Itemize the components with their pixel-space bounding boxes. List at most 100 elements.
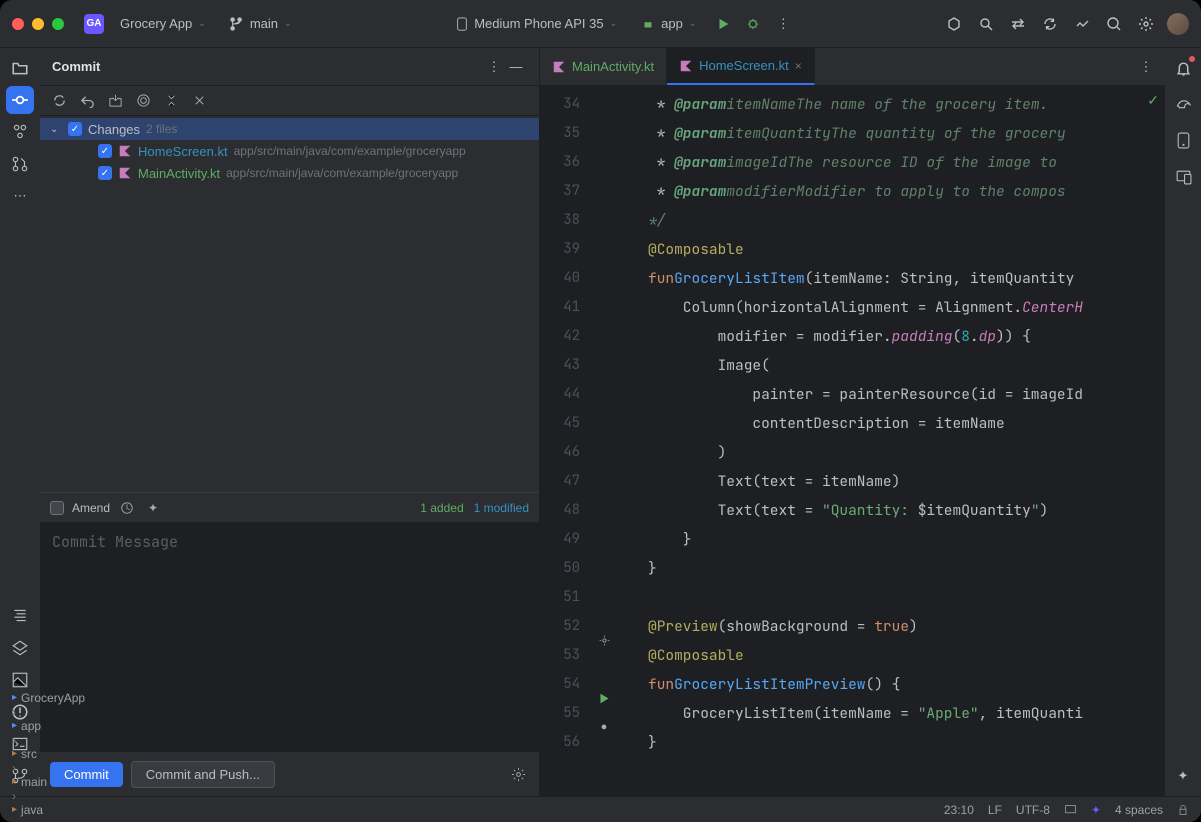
commit-panel-title: Commit (52, 59, 483, 74)
commit-message-input[interactable] (40, 522, 539, 752)
more-tools[interactable]: ⋯ (6, 182, 34, 210)
tab-options[interactable]: ⋮ (1135, 56, 1157, 78)
device-manager-tool[interactable] (1169, 126, 1197, 154)
amend-checkbox[interactable] (50, 501, 64, 515)
branch-name: main (250, 16, 278, 31)
minimize-window[interactable] (32, 18, 44, 30)
statusbar: ▸GroceryApp › ▸app › ▸src › ▸main › ▸jav… (0, 796, 1201, 822)
ai-status-icon[interactable]: ✦ (1091, 803, 1101, 817)
file-checkbox[interactable] (98, 166, 112, 180)
build-variants-tool[interactable] (6, 634, 34, 662)
ai-assistant-tool[interactable]: ✦ (1169, 762, 1197, 790)
changes-root[interactable]: ⌄ Changes 2 files (40, 118, 539, 140)
search-icon[interactable] (975, 13, 997, 35)
chevron-down-icon: ⌄ (610, 18, 618, 29)
user-avatar[interactable] (1167, 13, 1189, 35)
debug-button[interactable] (742, 13, 764, 35)
chevron-down-icon: ⌄ (284, 18, 292, 29)
file-path: app/src/main/java/com/example/groceryapp (234, 144, 466, 158)
close-icon[interactable]: × (795, 59, 802, 73)
code-with-me-icon[interactable] (943, 13, 965, 35)
changelist-icon[interactable] (162, 92, 180, 110)
sync-gradle-icon[interactable] (1039, 13, 1061, 35)
run-config-selector[interactable]: app ⌄ (633, 12, 704, 35)
close-window[interactable] (12, 18, 24, 30)
editor-area: MainActivity.kt HomeScreen.kt × ⋮ ✓ 3435… (540, 48, 1165, 796)
chevron-down-icon: ⌄ (689, 18, 697, 29)
gutter-hint-icon[interactable]: ● (596, 719, 612, 735)
lock-icon[interactable] (1177, 804, 1189, 816)
changes-checkbox[interactable] (68, 122, 82, 136)
diff-icon[interactable] (134, 92, 152, 110)
changes-count: 2 files (146, 122, 177, 136)
commit-push-button[interactable]: Commit and Push... (131, 761, 275, 788)
phone-icon (456, 17, 468, 31)
bookmarks-tool[interactable] (6, 602, 34, 630)
stat-modified: 1 modified (474, 501, 529, 515)
editor-body: ✓ 34353637383940414243444546474849505152… (540, 86, 1165, 796)
chevron-down-icon: ⌄ (50, 124, 62, 135)
branch-dropdown[interactable]: main ⌄ (222, 12, 300, 35)
changed-file[interactable]: MainActivity.kt app/src/main/java/com/ex… (40, 162, 539, 184)
kotlin-file-icon (118, 144, 132, 158)
chevron-down-icon: ⌄ (198, 18, 206, 29)
rollback-icon[interactable] (78, 92, 96, 110)
changed-file[interactable]: HomeScreen.kt app/src/main/java/com/exam… (40, 140, 539, 162)
gutter-run-icon[interactable] (596, 690, 612, 706)
updates-icon[interactable] (1071, 13, 1093, 35)
android-icon (641, 17, 655, 31)
line-gutter: 3435363738394041424344454647484950515253… (540, 86, 590, 796)
line-separator[interactable]: LF (988, 803, 1002, 817)
project-tool[interactable] (6, 54, 34, 82)
sync-icon[interactable] (1007, 13, 1029, 35)
breadcrumbs[interactable]: ▸GroceryApp › ▸app › ▸src › ▸main › ▸jav… (12, 691, 111, 822)
code-viewport[interactable]: * @param itemName The name of the grocer… (640, 86, 1165, 796)
history-icon[interactable] (118, 499, 136, 517)
notifications-tool[interactable] (1169, 54, 1197, 82)
branch-icon (230, 17, 244, 31)
pull-requests-tool[interactable] (6, 150, 34, 178)
project-dropdown[interactable]: Grocery App ⌄ (112, 12, 214, 35)
cursor-position[interactable]: 23:10 (944, 803, 974, 817)
file-checkbox[interactable] (98, 144, 112, 158)
ai-icon[interactable]: ✦ (144, 499, 162, 517)
gutter-gear-icon[interactable] (596, 632, 612, 648)
right-toolbar: ✦ (1165, 48, 1201, 796)
amend-label: Amend (72, 501, 110, 515)
project-icon: GA (84, 14, 104, 34)
running-devices-tool[interactable] (1169, 162, 1197, 190)
file-name: MainActivity.kt (138, 166, 220, 181)
project-name: Grocery App (120, 16, 192, 31)
kotlin-file-icon (118, 166, 132, 180)
commit-panel: Commit ⋮ — ⌄ Changes 2 files (40, 48, 540, 796)
run-button[interactable] (712, 13, 734, 35)
commit-tool[interactable] (6, 86, 34, 114)
more-actions[interactable]: ⋮ (772, 13, 794, 35)
shelve-icon[interactable] (106, 92, 124, 110)
window-controls (12, 18, 64, 30)
tab-mainactivity[interactable]: MainActivity.kt (540, 48, 667, 85)
indent-setting[interactable]: 4 spaces (1115, 803, 1163, 817)
notification-badge (1189, 56, 1195, 62)
refresh-icon[interactable] (50, 92, 68, 110)
commit-settings-icon[interactable] (507, 763, 529, 785)
panel-options[interactable]: ⋮ (483, 56, 505, 78)
tab-homescreen[interactable]: HomeScreen.kt × (667, 48, 815, 85)
changes-label: Changes (88, 122, 140, 137)
panel-minimize[interactable]: — (505, 56, 527, 78)
device-selector[interactable]: Medium Phone API 35 ⌄ (448, 12, 625, 35)
readonly-icon[interactable] (1064, 803, 1077, 816)
structure-tool[interactable] (6, 118, 34, 146)
group-icon[interactable] (190, 92, 208, 110)
settings-icon[interactable] (1135, 13, 1157, 35)
gradle-tool[interactable] (1169, 90, 1197, 118)
search-everywhere-icon[interactable] (1103, 13, 1125, 35)
kotlin-file-icon (552, 60, 566, 74)
editor-tabs: MainActivity.kt HomeScreen.kt × ⋮ (540, 48, 1165, 86)
device-name: Medium Phone API 35 (474, 16, 603, 31)
file-name: HomeScreen.kt (138, 144, 228, 159)
file-encoding[interactable]: UTF-8 (1016, 803, 1050, 817)
maximize-window[interactable] (52, 18, 64, 30)
file-path: app/src/main/java/com/example/groceryapp (226, 166, 458, 180)
tab-label: HomeScreen.kt (699, 58, 789, 73)
